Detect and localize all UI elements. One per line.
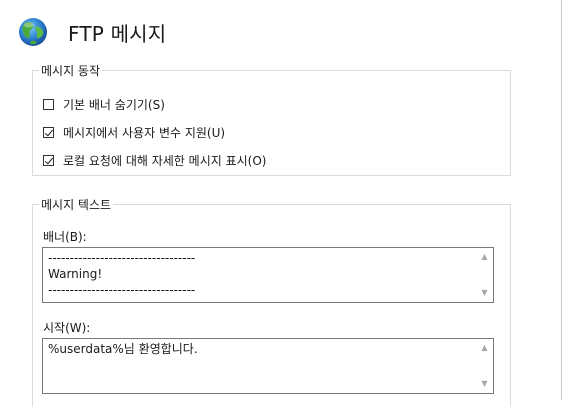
globe-icon	[19, 18, 47, 46]
welcome-scrollbar[interactable]: ▲ ▼	[476, 339, 493, 393]
banner-text[interactable]: ---------------------------------- Warni…	[48, 250, 471, 298]
show-detailed-messages-option[interactable]: 로컬 요청에 대해 자세한 메시지 표시(O)	[43, 151, 266, 169]
page-title: FTP 메시지	[68, 21, 167, 46]
support-user-variables-option[interactable]: 메시지에서 사용자 변수 지원(U)	[43, 123, 225, 141]
message-text-legend: 메시지 텍스트	[41, 198, 112, 212]
welcome-text[interactable]: %userdata%님 환영합니다.	[48, 341, 471, 357]
page-header: FTP 메시지	[18, 12, 166, 52]
show-detailed-messages-label[interactable]: 로컬 요청에 대해 자세한 메시지 표시(O)	[63, 152, 266, 169]
support-user-variables-label[interactable]: 메시지에서 사용자 변수 지원(U)	[63, 124, 225, 141]
banner-scrollbar[interactable]: ▲ ▼	[476, 248, 493, 302]
message-behavior-legend: 메시지 동작	[41, 64, 101, 78]
hide-default-banner-option[interactable]: 기본 배너 숨기기(S)	[43, 95, 165, 113]
hide-default-banner-label[interactable]: 기본 배너 숨기기(S)	[63, 96, 165, 113]
welcome-label: 시작(W):	[43, 321, 91, 335]
support-user-variables-checkbox[interactable]	[43, 126, 54, 138]
message-text-group: 메시지 텍스트 배너(B): -------------------------…	[32, 196, 511, 407]
scroll-up-icon[interactable]: ▲	[476, 341, 493, 355]
message-behavior-group: 메시지 동작 기본 배너 숨기기(S) 메시지에서 사용자 변수 지원(U) 로…	[32, 62, 511, 176]
hide-default-banner-checkbox[interactable]	[43, 98, 54, 110]
welcome-textarea[interactable]: %userdata%님 환영합니다. ▲ ▼	[42, 338, 494, 394]
show-detailed-messages-checkbox[interactable]	[43, 154, 54, 166]
scroll-up-icon[interactable]: ▲	[476, 250, 493, 264]
scroll-down-icon[interactable]: ▼	[476, 286, 493, 300]
banner-textarea[interactable]: ---------------------------------- Warni…	[42, 247, 494, 303]
banner-label: 배너(B):	[43, 230, 87, 244]
scroll-down-icon[interactable]: ▼	[476, 377, 493, 391]
